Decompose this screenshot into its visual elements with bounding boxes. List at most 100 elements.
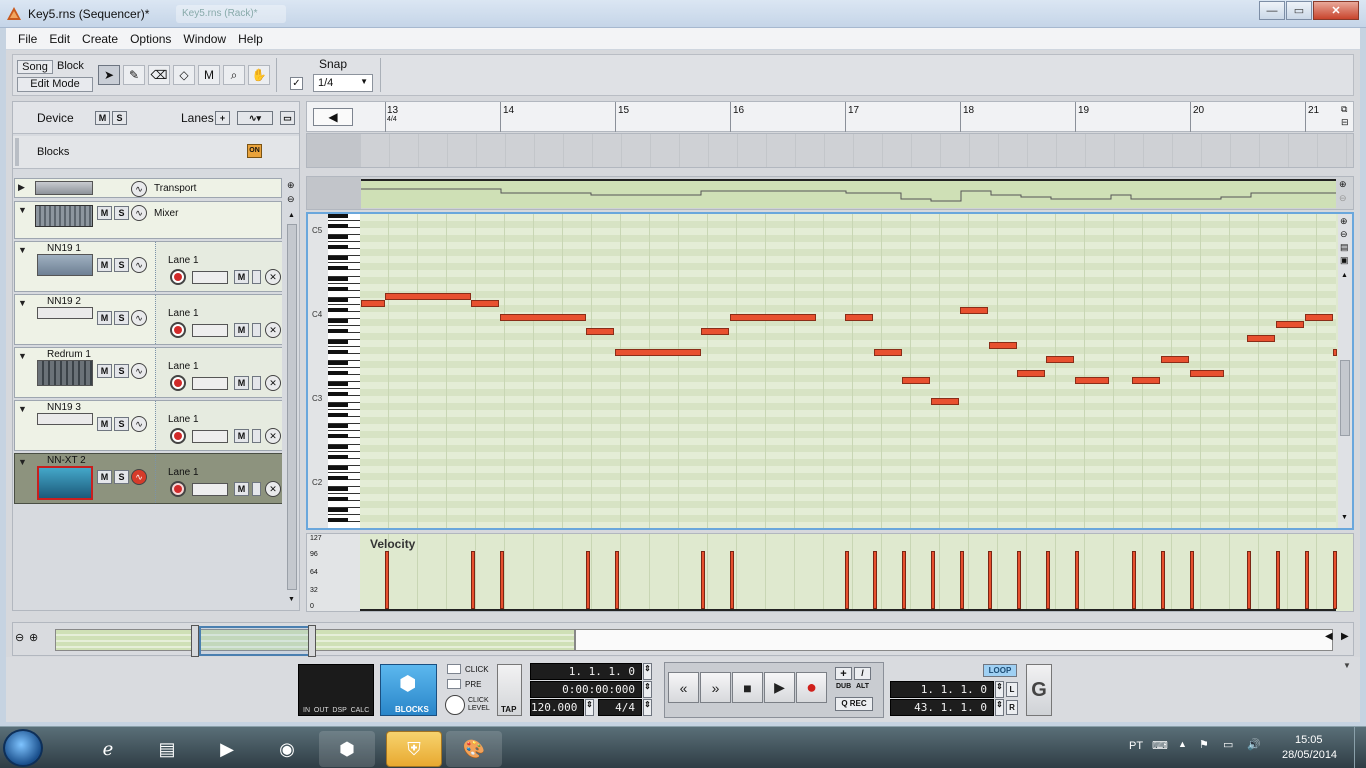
show-desktop-button[interactable] bbox=[1354, 727, 1366, 768]
delete-lane-icon[interactable]: ✕ bbox=[265, 269, 281, 285]
velocity-bar[interactable] bbox=[1333, 551, 1337, 609]
audio-io-meter[interactable]: IN OUT DSP CALC bbox=[298, 664, 374, 716]
note[interactable] bbox=[902, 377, 930, 384]
network-icon[interactable]: ▭ bbox=[1223, 738, 1233, 751]
solo-button[interactable]: S bbox=[114, 206, 129, 220]
delete-lane-icon[interactable]: ✕ bbox=[265, 322, 281, 338]
zoom-out-icon[interactable]: ⊖ bbox=[1339, 193, 1347, 204]
tray-expand-icon[interactable]: ▲ bbox=[1178, 739, 1187, 749]
tempo-stepper[interactable]: ⇕ bbox=[585, 699, 594, 716]
velocity-bar[interactable] bbox=[471, 551, 475, 609]
menu-file[interactable]: File bbox=[12, 32, 43, 46]
solo-button[interactable]: S bbox=[114, 258, 129, 272]
note[interactable] bbox=[1305, 314, 1333, 321]
velocity-bar[interactable] bbox=[385, 551, 389, 609]
lane-slider[interactable] bbox=[252, 429, 261, 443]
solo-button[interactable]: S bbox=[114, 364, 129, 378]
internet-explorer-icon[interactable]: ℯ bbox=[80, 731, 136, 767]
snap-select[interactable]: 1/4 ▼ bbox=[313, 74, 373, 92]
media-player-icon[interactable]: ▶ bbox=[199, 731, 255, 767]
record-enable-button[interactable] bbox=[170, 269, 186, 285]
note[interactable] bbox=[385, 293, 471, 300]
velocity-bar[interactable] bbox=[902, 551, 906, 609]
expand-icon[interactable]: ▼ bbox=[18, 298, 27, 308]
record-enable-button[interactable] bbox=[170, 322, 186, 338]
loop-left-display[interactable]: 1. 1. 1. 0 bbox=[890, 681, 994, 698]
signature-stepper[interactable]: ⇕ bbox=[643, 699, 652, 716]
velocity-bar[interactable] bbox=[1075, 551, 1079, 609]
mute-button[interactable]: M bbox=[97, 417, 112, 431]
clock-time[interactable]: 15:05 bbox=[1295, 734, 1323, 746]
note[interactable] bbox=[989, 342, 1017, 349]
track-mixer[interactable]: ▼ M S ∿ Mixer bbox=[14, 201, 282, 239]
lane-velocity-select[interactable] bbox=[192, 324, 228, 337]
detach-window-icon[interactable]: ⧉ bbox=[1341, 104, 1347, 115]
lane-view-icon[interactable]: ▤ bbox=[1340, 242, 1349, 253]
note[interactable] bbox=[1190, 370, 1224, 377]
note[interactable] bbox=[586, 328, 614, 335]
reason-taskbar-icon[interactable]: ⬢ bbox=[319, 731, 375, 767]
scroll-down-icon[interactable]: ▼ bbox=[1341, 514, 1348, 521]
track-nn19-2[interactable]: ▼ NN19 2 M S ∿ Lane 1 M ✕ bbox=[14, 294, 282, 345]
note[interactable] bbox=[1017, 370, 1045, 377]
velocity-bar[interactable] bbox=[1305, 551, 1309, 609]
menu-help[interactable]: Help bbox=[232, 32, 269, 46]
note[interactable] bbox=[1075, 377, 1109, 384]
menu-window[interactable]: Window bbox=[177, 32, 232, 46]
mute-button[interactable]: M bbox=[97, 311, 112, 325]
note[interactable] bbox=[1161, 356, 1189, 363]
note[interactable] bbox=[361, 300, 385, 307]
lane-mute-button[interactable]: M bbox=[234, 270, 249, 284]
stop-icon[interactable]: ■ bbox=[732, 672, 763, 703]
alt-icon[interactable]: / bbox=[854, 667, 871, 680]
volume-icon[interactable]: 🔊 bbox=[1247, 738, 1261, 751]
language-indicator[interactable]: PT bbox=[1129, 740, 1143, 752]
zoom-out-icon[interactable]: ⊖ bbox=[287, 194, 295, 205]
lane-slider[interactable] bbox=[252, 376, 261, 390]
maximize-button[interactable]: ▭ bbox=[1286, 1, 1312, 20]
note-view-icon[interactable]: ▣ bbox=[1340, 255, 1349, 266]
chrome-icon[interactable]: ◉ bbox=[259, 731, 315, 767]
scroll-right-arrow-icon[interactable]: ▶ bbox=[1341, 631, 1349, 642]
track-redrum-1[interactable]: ▼ Redrum 1 M S ∿ Lane 1 M ✕ bbox=[14, 347, 282, 398]
automation-active-icon[interactable]: ∿ bbox=[131, 469, 147, 485]
navigator-viewport[interactable] bbox=[199, 626, 313, 656]
reason-logo-button[interactable]: G bbox=[1026, 664, 1052, 716]
expand-icon[interactable]: ▼ bbox=[18, 205, 27, 215]
note[interactable] bbox=[701, 328, 729, 335]
delete-lane-icon[interactable]: ✕ bbox=[265, 481, 281, 497]
navigator-left-handle[interactable] bbox=[191, 625, 199, 657]
mute-tool-icon[interactable]: M bbox=[198, 65, 220, 85]
track-nn19-1[interactable]: ▼ NN19 1 M S ∿ Lane 1 M ✕ bbox=[14, 241, 282, 292]
menu-options[interactable]: Options bbox=[124, 32, 177, 46]
velocity-bar[interactable] bbox=[845, 551, 849, 609]
note[interactable] bbox=[471, 300, 499, 307]
track-nn-xt-2[interactable]: ▼ NN-XT 2 M S ∿ Lane 1 M ✕ bbox=[14, 453, 282, 504]
block-mode-button[interactable]: Block bbox=[57, 60, 91, 74]
lane-mute-button[interactable]: M bbox=[234, 482, 249, 496]
go-to-right-locator-button[interactable]: R bbox=[1006, 700, 1018, 715]
zoom-in-icon[interactable]: ⊕ bbox=[1340, 216, 1348, 227]
note[interactable] bbox=[1247, 335, 1275, 342]
song-time-display[interactable]: 0:00:00:000 bbox=[530, 681, 642, 698]
automation-icon[interactable]: ∿ bbox=[131, 310, 147, 326]
note[interactable] bbox=[960, 307, 988, 314]
velocity-bar[interactable] bbox=[1132, 551, 1136, 609]
velocity-bar[interactable] bbox=[931, 551, 935, 609]
scroll-down-icon[interactable]: ▼ bbox=[288, 596, 295, 603]
scroll-up-icon[interactable]: ▲ bbox=[288, 212, 295, 219]
dub-icon[interactable]: + bbox=[835, 667, 852, 680]
maximize-editor-icon[interactable]: ⊟ bbox=[1341, 117, 1349, 128]
time-stepper[interactable]: ⇕ bbox=[643, 681, 652, 698]
loop-left-stepper[interactable]: ⇕ bbox=[995, 681, 1004, 698]
lane-velocity-select[interactable] bbox=[192, 430, 228, 443]
solo-button[interactable]: S bbox=[114, 470, 129, 484]
note[interactable] bbox=[1276, 321, 1304, 328]
scroll-left-arrow-icon[interactable]: ◀ bbox=[313, 108, 353, 126]
mute-button[interactable]: M bbox=[97, 470, 112, 484]
security-shield-icon[interactable]: ⛨ bbox=[386, 731, 442, 767]
menu-edit[interactable]: Edit bbox=[43, 32, 76, 46]
hand-tool-icon[interactable]: ✋ bbox=[248, 65, 270, 85]
quantize-record-button[interactable]: Q REC bbox=[835, 697, 873, 711]
edit-mode-button[interactable]: Edit Mode bbox=[17, 77, 93, 92]
